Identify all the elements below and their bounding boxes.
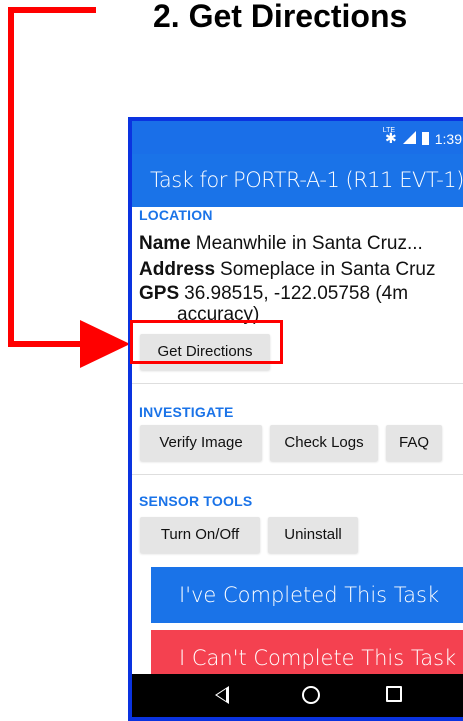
app-bar: Task for PORTR-A-1 (R11 EVT-1): [132, 154, 463, 207]
divider: [132, 383, 463, 384]
cell-signal-icon: LTE: [383, 127, 416, 147]
name-value: Meanwhile in Santa Cruz...: [195, 233, 423, 254]
annotation-arrow-top: [8, 7, 96, 13]
location-address-row: Address Someplace in Santa Cruz: [139, 259, 435, 281]
investigate-heading: INVESTIGATE: [139, 404, 234, 420]
completed-task-button[interactable]: I've Completed This Task: [151, 567, 463, 623]
location-heading: LOCATION: [139, 207, 213, 223]
status-bar: ✱ LTE 1:39: [132, 121, 463, 154]
battery-icon: [421, 132, 429, 145]
uninstall-button[interactable]: Uninstall: [268, 517, 358, 553]
annotation-highlight-box: [130, 320, 283, 364]
status-time: 1:39: [434, 130, 462, 147]
annotation-arrow-head: [80, 320, 130, 368]
home-circle-icon[interactable]: [302, 686, 320, 704]
annotation-arrow-vertical: [8, 7, 14, 347]
gps-value: 36.98515, -122.05758 (4m: [184, 283, 409, 304]
check-logs-button[interactable]: Check Logs: [270, 425, 378, 461]
address-label: Address: [139, 259, 216, 280]
location-gps-row: GPS 36.98515, -122.05758 (4m: [139, 283, 408, 305]
turn-on-off-button[interactable]: Turn On/Off: [140, 517, 260, 553]
divider: [132, 474, 463, 475]
gps-label: GPS: [139, 283, 180, 304]
address-value: Someplace in Santa Cruz: [220, 259, 436, 280]
navigation-bar: [132, 674, 463, 717]
location-name-row: Name Meanwhile in Santa Cruz...: [139, 233, 423, 255]
annotation-arrow-bottom: [8, 341, 88, 347]
sensor-tools-heading: SENSOR TOOLS: [139, 493, 253, 509]
faq-button[interactable]: FAQ: [386, 425, 442, 461]
page-title: Task for PORTR-A-1 (R11 EVT-1): [150, 168, 463, 192]
name-label: Name: [139, 233, 191, 254]
lte-label: LTE: [382, 126, 396, 134]
caption-title: 2. Get Directions: [153, 0, 408, 34]
phone-screen: ✱ LTE 1:39 Task for PORTR-A-1 (R11 EVT-1…: [128, 117, 463, 721]
back-triangle-icon[interactable]: [215, 686, 229, 704]
verify-image-button[interactable]: Verify Image: [140, 425, 262, 461]
recents-square-icon[interactable]: [386, 686, 402, 702]
